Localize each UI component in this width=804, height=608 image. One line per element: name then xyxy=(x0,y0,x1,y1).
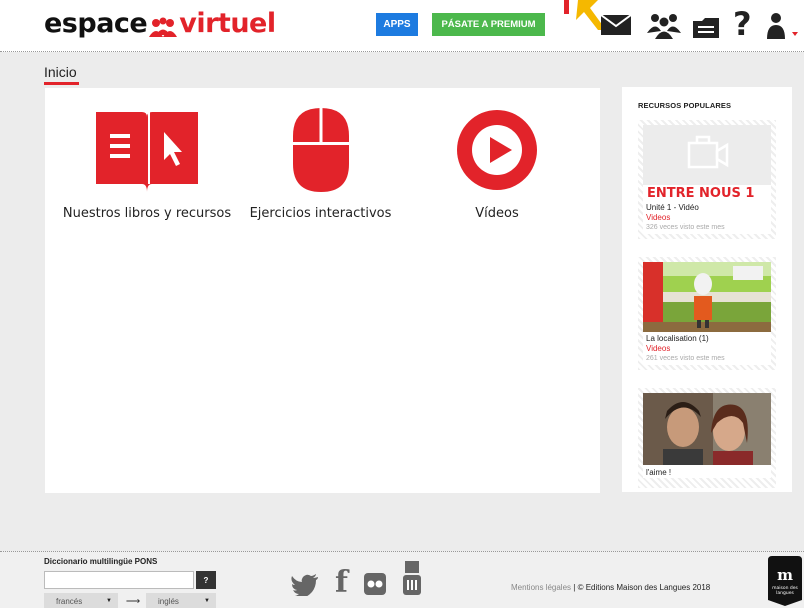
chevron-down-icon: ▼ xyxy=(106,598,112,604)
svg-text:langues: langues xyxy=(776,590,794,596)
card-title: Unité 1 - Vidéo xyxy=(646,203,699,212)
pointer-arrow-icon xyxy=(564,0,606,30)
chevron-down-icon: ▼ xyxy=(204,598,210,604)
premium-button[interactable]: PÁSATE A PREMIUM xyxy=(432,13,545,36)
tile-exercises-label: Ejercicios interactivos xyxy=(249,206,392,221)
breadcrumb-underline xyxy=(44,82,79,85)
card-banner: ENTRE NOUS 1 xyxy=(647,186,755,201)
popular-resources-sidebar: RECURSOS POPULARES ENTRE NOUS 1 Unité 1 … xyxy=(622,87,792,492)
sidebar-title: RECURSOS POPULARES xyxy=(638,101,732,110)
resource-card[interactable]: l'aime ! xyxy=(638,388,776,488)
logo-people-icon xyxy=(148,14,178,37)
tile-videos-label: Vídeos xyxy=(475,206,519,221)
dictionary-search-input[interactable] xyxy=(44,571,194,589)
tile-books[interactable]: Nuestros libros y recursos xyxy=(62,106,232,221)
facebook-icon[interactable]: f xyxy=(335,566,348,600)
publisher-logo[interactable]: m maison des langues xyxy=(768,556,802,606)
community-icon[interactable] xyxy=(646,11,682,39)
resource-card[interactable]: La localisation (1) Videos 261 veces vis… xyxy=(638,257,776,370)
legal-link[interactable]: Mentions légales xyxy=(511,583,571,592)
footer: Diccionario multilingüe PONS ? francés ▼ … xyxy=(0,551,804,608)
help-icon[interactable]: ? xyxy=(733,6,752,42)
flickr-icon[interactable] xyxy=(364,573,386,595)
card-title: La localisation (1) xyxy=(646,334,709,343)
video-thumbnail xyxy=(643,262,771,332)
apps-button[interactable]: APPS xyxy=(376,13,418,36)
card-views: 326 veces visto este mes xyxy=(646,224,725,231)
card-category: Videos xyxy=(646,344,671,353)
folder-icon[interactable] xyxy=(692,17,720,39)
video-thumbnail xyxy=(643,393,771,465)
main-panel: Nuestros libros y recursos Ejercicios in… xyxy=(45,88,600,493)
resource-card[interactable]: ENTRE NOUS 1 Unité 1 - Vidéo Videos 326 … xyxy=(638,120,776,239)
video-thumbnail xyxy=(643,125,771,185)
dictionary-title: Diccionario multilingüe PONS xyxy=(44,557,158,566)
tile-exercises[interactable]: Ejercicios interactivos xyxy=(238,106,403,221)
breadcrumb[interactable]: Inicio xyxy=(44,64,77,80)
tile-books-label: Nuestros libros y recursos xyxy=(62,206,232,221)
source-language-select[interactable]: francés ▼ xyxy=(44,593,118,608)
tile-videos[interactable]: Vídeos xyxy=(441,106,553,221)
target-language-select[interactable]: inglés ▼ xyxy=(146,593,216,608)
youtube-icon[interactable] xyxy=(403,561,421,595)
legal-text: Mentions légales | © Editions Maison des… xyxy=(511,583,711,592)
card-title: l'aime ! xyxy=(646,468,672,477)
copyright: © Editions Maison des Langues 2018 xyxy=(577,583,711,592)
svg-text:m: m xyxy=(777,566,793,584)
book-icon xyxy=(96,112,198,192)
mail-icon[interactable] xyxy=(600,14,632,36)
dictionary-search-button[interactable]: ? xyxy=(196,571,216,589)
mouse-icon xyxy=(292,108,349,192)
top-header: espace virtuel APPS PÁSATE A PREMIUM ? xyxy=(0,0,804,52)
user-icon[interactable] xyxy=(766,12,800,40)
card-category: Videos xyxy=(646,213,671,222)
twitter-icon[interactable] xyxy=(291,574,319,596)
source-language-value: francés xyxy=(56,596,83,606)
play-icon xyxy=(457,110,537,190)
logo[interactable]: espace virtuel xyxy=(44,7,276,41)
card-views: 261 veces visto este mes xyxy=(646,355,725,362)
translate-direction-arrow: ⟶ xyxy=(122,593,144,608)
target-language-value: inglés xyxy=(158,596,179,606)
